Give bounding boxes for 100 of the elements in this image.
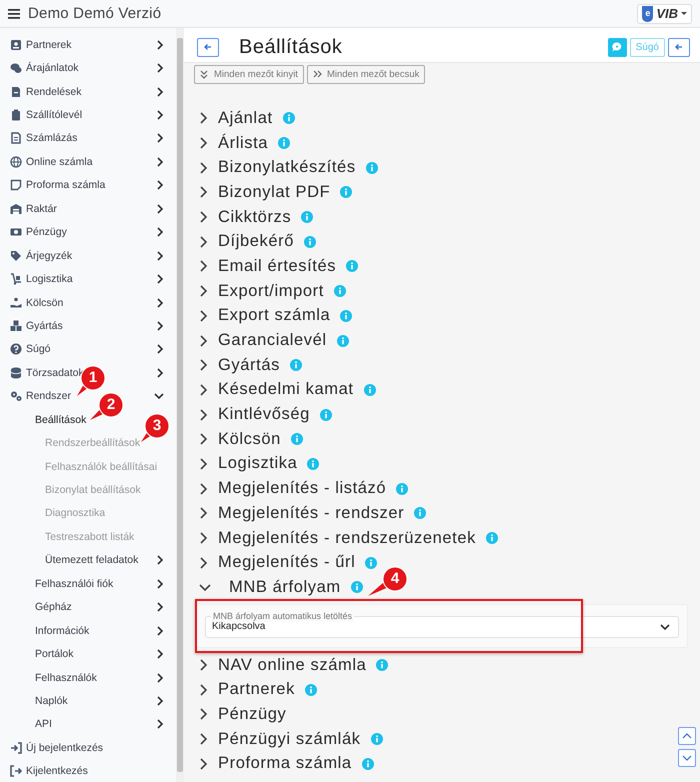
section-header[interactable]: Garancialevél <box>196 328 349 353</box>
info-icon[interactable] <box>414 507 426 520</box>
section-header[interactable]: Pénzügyi számlák <box>196 726 383 752</box>
sidebar-item[interactable]: Rendelések <box>10 86 82 98</box>
info-icon[interactable] <box>290 359 302 372</box>
money-icon <box>10 226 22 238</box>
sign-in-icon <box>10 742 22 754</box>
scroll-down-button[interactable] <box>678 749 696 767</box>
section-header[interactable]: Ajánlat <box>196 106 295 131</box>
help-icon <box>10 343 22 356</box>
info-icon[interactable] <box>486 532 498 544</box>
section-header[interactable]: Kintlévőség <box>196 402 332 427</box>
section-header[interactable]: Kölcsön <box>196 426 303 452</box>
info-icon[interactable] <box>350 581 363 594</box>
info-icon[interactable] <box>340 310 352 322</box>
sidebar-item[interactable]: Pénzügy <box>10 226 67 238</box>
info-icon[interactable] <box>301 211 314 224</box>
info-icon[interactable] <box>282 112 295 124</box>
sidebar-item[interactable]: Törzsadatok <box>10 366 84 379</box>
toolbar-button[interactable]: Minden mezőt kinyit <box>194 65 304 84</box>
section-header[interactable]: Díjbekérő <box>196 229 316 254</box>
sidebar-item[interactable]: Kölcsön <box>10 296 64 309</box>
section-header[interactable]: Export/import <box>196 278 346 304</box>
section-header[interactable]: Gyártás <box>196 352 302 378</box>
sidebar-item[interactable]: Árjegyzék <box>10 250 72 262</box>
step-number: 1 <box>88 369 98 387</box>
sidebar-item[interactable]: Portálok <box>35 648 74 660</box>
sidebar-item[interactable]: Felhasználók <box>35 672 97 684</box>
info-icon[interactable] <box>304 236 316 248</box>
info-icon[interactable] <box>278 137 290 150</box>
sidebar-item[interactable]: Proforma számla <box>10 179 106 192</box>
sidebar-item[interactable]: Naplók <box>35 694 68 707</box>
sidebar-item[interactable]: Számlázás <box>10 132 78 144</box>
chat-button[interactable] <box>608 38 627 56</box>
sidebar-item[interactable]: Súgó <box>10 343 51 356</box>
section-header[interactable]: Export számla <box>196 304 352 328</box>
info-icon[interactable] <box>336 334 349 347</box>
step-number: 3 <box>152 417 162 435</box>
section-header[interactable]: Bizonylatkészítés <box>196 155 378 180</box>
section-header[interactable]: Email értesítés <box>196 254 358 279</box>
sidebar-item[interactable]: Partnerek <box>10 38 72 51</box>
section-header[interactable]: Logisztika <box>196 452 320 476</box>
speech-bubble-icon <box>611 41 624 53</box>
section-header[interactable]: Partnerek <box>196 677 317 702</box>
callout-pointer <box>141 413 170 443</box>
menu-icon[interactable] <box>8 8 20 20</box>
section-header[interactable]: Bizonylat PDF <box>196 180 352 205</box>
sidebar-item[interactable]: Rendszer <box>10 390 71 402</box>
sidebar-item[interactable]: Raktár <box>10 202 57 215</box>
section-header[interactable]: Késedelmi kamat <box>196 378 376 402</box>
sidebar-item[interactable]: Információk <box>35 624 90 637</box>
sidebar-item[interactable]: Ütemezett feladatok <box>45 554 138 566</box>
sidebar-item[interactable]: Logisztika <box>10 273 73 286</box>
section-header[interactable]: Cikktörzs <box>196 204 314 230</box>
id-card-icon <box>10 38 22 51</box>
info-icon[interactable] <box>307 458 320 470</box>
info-icon[interactable] <box>304 684 317 696</box>
section-header[interactable]: MNB árfolyam <box>196 575 363 600</box>
scroll-up-button[interactable] <box>678 727 696 745</box>
sidebar-item[interactable]: Beállítások <box>35 414 86 426</box>
scrollbar[interactable] <box>176 28 184 782</box>
sidebar-item[interactable]: Felhasználói fiók <box>35 578 114 590</box>
sidebar-item[interactable]: Gépház <box>35 601 72 614</box>
info-icon[interactable] <box>346 260 358 272</box>
info-icon[interactable] <box>362 758 374 770</box>
info-icon[interactable] <box>320 408 332 421</box>
info-icon[interactable] <box>370 733 383 746</box>
warehouse-icon <box>10 202 22 215</box>
info-icon[interactable] <box>290 433 303 446</box>
info-icon[interactable] <box>334 285 346 298</box>
note-icon <box>10 179 22 192</box>
sidebar-item[interactable]: Online számla <box>10 156 93 168</box>
invoice-icon <box>10 132 22 144</box>
section-header[interactable]: Pénzügy <box>196 702 286 727</box>
info-icon[interactable] <box>376 659 388 672</box>
section-header[interactable]: Proforma számla <box>196 752 374 776</box>
caret-icon <box>681 12 687 15</box>
sidebar-item[interactable]: Árajánlatok <box>10 62 79 74</box>
logo-menu[interactable]: e VIB <box>637 4 692 24</box>
section-header[interactable]: Megjelenítés - listázó <box>196 476 408 501</box>
toolbar-button[interactable]: Minden mezőt becsuk <box>306 65 426 84</box>
back-button[interactable] <box>197 38 219 56</box>
info-icon[interactable] <box>364 384 376 396</box>
sidebar-item[interactable]: Gyártás <box>10 320 63 332</box>
clipboard-icon <box>10 109 22 122</box>
info-icon[interactable] <box>365 556 378 569</box>
section-header[interactable]: Megjelenítés - rendszer <box>196 501 426 526</box>
sidebar-item[interactable]: Szállítólevél <box>10 109 82 122</box>
section-header[interactable]: NAV online számla <box>196 652 388 678</box>
hand-holding-icon <box>10 296 22 309</box>
section-header[interactable]: Megjelenítés - rendszerüzenetek <box>196 526 498 550</box>
sidebar-item[interactable]: Kijelentkezés <box>10 765 88 778</box>
info-icon[interactable] <box>396 482 408 495</box>
back-button[interactable] <box>668 38 690 56</box>
info-icon[interactable] <box>340 186 352 198</box>
info-icon[interactable] <box>366 162 378 174</box>
section-header[interactable]: Megjelenítés - űrl <box>196 550 378 576</box>
section-header[interactable]: Árlista <box>196 130 290 156</box>
sidebar-item[interactable]: Új bejelentkezés <box>10 742 104 754</box>
sidebar-item[interactable]: API <box>35 718 52 730</box>
